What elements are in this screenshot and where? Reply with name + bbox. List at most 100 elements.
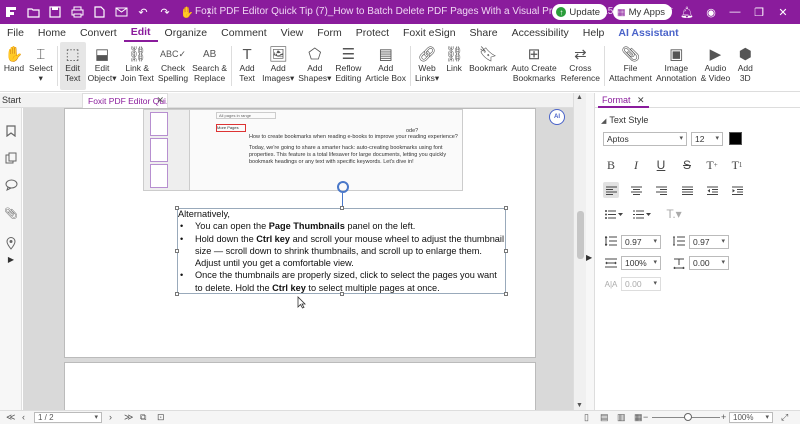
file-attachment-button[interactable]: 📎︎ File Attachment: [607, 42, 654, 90]
superscript-icon[interactable]: T +: [704, 157, 720, 173]
scroll-down-icon[interactable]: ▼: [576, 402, 583, 409]
hand-tool-icon[interactable]: ✋: [178, 3, 196, 21]
next-page-icon[interactable]: ›: [109, 412, 112, 422]
audio-video-button[interactable]: ▶ Audio & Video: [699, 42, 733, 90]
image-annotation-button[interactable]: ▣ Image Annotation: [654, 42, 699, 90]
restore-icon[interactable]: ❐: [750, 3, 768, 21]
ai-assistant-floating-icon[interactable]: AI: [549, 109, 565, 125]
font-color-swatch[interactable]: [729, 132, 742, 145]
font-family-select[interactable]: Aptos ▾: [603, 132, 687, 146]
pdf-page-2[interactable]: [64, 362, 536, 410]
update-button[interactable]: ↑ Update: [552, 4, 608, 20]
tab-format[interactable]: Format ✕: [598, 93, 649, 108]
single-page-view-icon[interactable]: ▯: [584, 412, 589, 423]
menu-comment[interactable]: Comment: [214, 24, 274, 42]
first-page-icon[interactable]: ≪: [6, 412, 15, 423]
page-copy-icon[interactable]: ⧉: [140, 412, 146, 423]
add-3d-button[interactable]: ⬢ Add 3D: [732, 42, 758, 90]
menu-convert[interactable]: Convert: [73, 24, 124, 42]
facing-view-icon[interactable]: ▥: [617, 412, 626, 423]
line-spacing-icon[interactable]: [603, 233, 619, 249]
align-center-icon[interactable]: [628, 182, 644, 198]
scrollbar-thumb[interactable]: [577, 211, 584, 259]
menu-home[interactable]: Home: [31, 24, 73, 42]
link-join-text-button[interactable]: ⛓ Link & Join Text: [118, 42, 155, 90]
bookmarks-panel-icon[interactable]: [4, 124, 18, 138]
close-window-icon[interactable]: ✕: [774, 3, 792, 21]
print-icon[interactable]: [68, 3, 86, 21]
font-size-select[interactable]: 12 ▾: [691, 132, 723, 146]
align-justify-icon[interactable]: [679, 182, 695, 198]
menu-edit[interactable]: Edit: [123, 24, 158, 42]
menu-view[interactable]: View: [274, 24, 311, 42]
paragraph-spacing-icon[interactable]: [671, 233, 687, 249]
menu-ai-assistant[interactable]: AI Assistant: [611, 24, 685, 42]
cross-reference-button[interactable]: ⇄ Cross Reference: [559, 42, 602, 90]
open-folder-icon[interactable]: [24, 3, 42, 21]
add-images-button[interactable]: 🖼︎ Add Images▾: [260, 42, 296, 90]
redo-icon[interactable]: ↷: [156, 3, 174, 21]
continuous-facing-view-icon[interactable]: ▦: [634, 412, 643, 423]
bold-icon[interactable]: B: [603, 157, 619, 173]
select-button[interactable]: ⌶ Select ▾: [27, 42, 55, 90]
email-icon[interactable]: [112, 3, 130, 21]
bulleted-list-icon[interactable]: [603, 206, 625, 222]
new-document-icon[interactable]: [90, 3, 108, 21]
attachments-panel-icon[interactable]: 📎︎: [4, 206, 18, 220]
hand-button[interactable]: ✋ Hand: [1, 42, 27, 90]
reflow-editing-button[interactable]: ☰ Reflow Editing: [333, 42, 363, 90]
zoom-level-select[interactable]: 100% ▾: [729, 412, 773, 423]
panel-toggle-strip[interactable]: ▶: [586, 93, 594, 410]
rotate-handle-icon[interactable]: [337, 181, 349, 193]
zoom-slider-knob[interactable]: [684, 413, 692, 421]
character-spacing-select[interactable]: 0.00 ▾: [689, 256, 729, 270]
minimize-icon[interactable]: —: [726, 3, 744, 21]
menu-file[interactable]: File: [0, 24, 31, 42]
editable-text-block[interactable]: Alternatively, You can open the Page Thu…: [178, 208, 506, 294]
menu-share[interactable]: Share: [463, 24, 505, 42]
increase-indent-icon[interactable]: [729, 182, 745, 198]
save-icon[interactable]: [46, 3, 64, 21]
character-scale-icon[interactable]: [603, 255, 619, 271]
edit-object-button[interactable]: ⬓ Edit Object▾: [86, 42, 119, 90]
search-replace-button[interactable]: AB Search & Replace: [190, 42, 229, 90]
word-spacing-select[interactable]: 0.00 ▾: [621, 277, 661, 291]
pdf-page-1[interactable]: All pages in range More Pages ode? How t…: [64, 108, 536, 358]
link-button[interactable]: ⛓ Link: [441, 42, 467, 90]
edit-text-button[interactable]: ⬚ Edit Text: [59, 42, 86, 90]
word-spacing-icon[interactable]: A|A: [603, 276, 619, 292]
zoom-in-icon[interactable]: +: [721, 412, 726, 422]
line-spacing-select[interactable]: 0.97 ▾: [621, 235, 661, 249]
menu-form[interactable]: Form: [310, 24, 349, 42]
numbered-list-icon[interactable]: [631, 206, 653, 222]
add-article-box-button[interactable]: ▤ Add Article Box: [363, 42, 408, 90]
tab-document[interactable]: Foxit PDF Editor Qui... ✕: [82, 93, 168, 108]
add-text-button[interactable]: T Add Text: [234, 42, 260, 90]
zoom-out-icon[interactable]: −: [643, 412, 648, 422]
paragraph-spacing-select[interactable]: 0.97 ▾: [689, 235, 729, 249]
continuous-view-icon[interactable]: ▤: [600, 412, 609, 423]
tab-start[interactable]: Start: [2, 95, 21, 105]
previous-page-icon[interactable]: ‹: [22, 412, 25, 422]
expand-panel-arrow-icon[interactable]: ▶: [4, 252, 18, 266]
close-tab-icon[interactable]: ✕: [156, 95, 164, 106]
italic-icon[interactable]: I: [628, 157, 644, 173]
menu-help[interactable]: Help: [576, 24, 612, 42]
fullscreen-icon[interactable]: ⤢: [781, 412, 788, 423]
bookmark-button[interactable]: 🔖︎ Bookmark: [467, 42, 509, 90]
decrease-indent-icon[interactable]: [704, 182, 720, 198]
align-left-icon[interactable]: [603, 182, 619, 198]
menu-organize[interactable]: Organize: [158, 24, 215, 42]
auto-create-bookmarks-button[interactable]: ⊞ Auto Create Bookmarks: [509, 42, 558, 90]
collapse-panel-arrow-icon[interactable]: ▶: [586, 253, 592, 262]
undo-icon[interactable]: ↶: [134, 3, 152, 21]
menu-protect[interactable]: Protect: [349, 24, 396, 42]
scroll-up-icon[interactable]: ▲: [576, 94, 583, 101]
my-apps-button[interactable]: ▦ My Apps: [613, 4, 672, 20]
subscript-icon[interactable]: T1: [729, 157, 745, 173]
location-panel-icon[interactable]: [4, 236, 18, 250]
account-icon[interactable]: ◉: [702, 3, 720, 21]
align-right-icon[interactable]: [653, 182, 669, 198]
page-number-select[interactable]: 1 / 2 ▾: [34, 412, 102, 423]
menu-foxit-esign[interactable]: Foxit eSign: [396, 24, 463, 42]
